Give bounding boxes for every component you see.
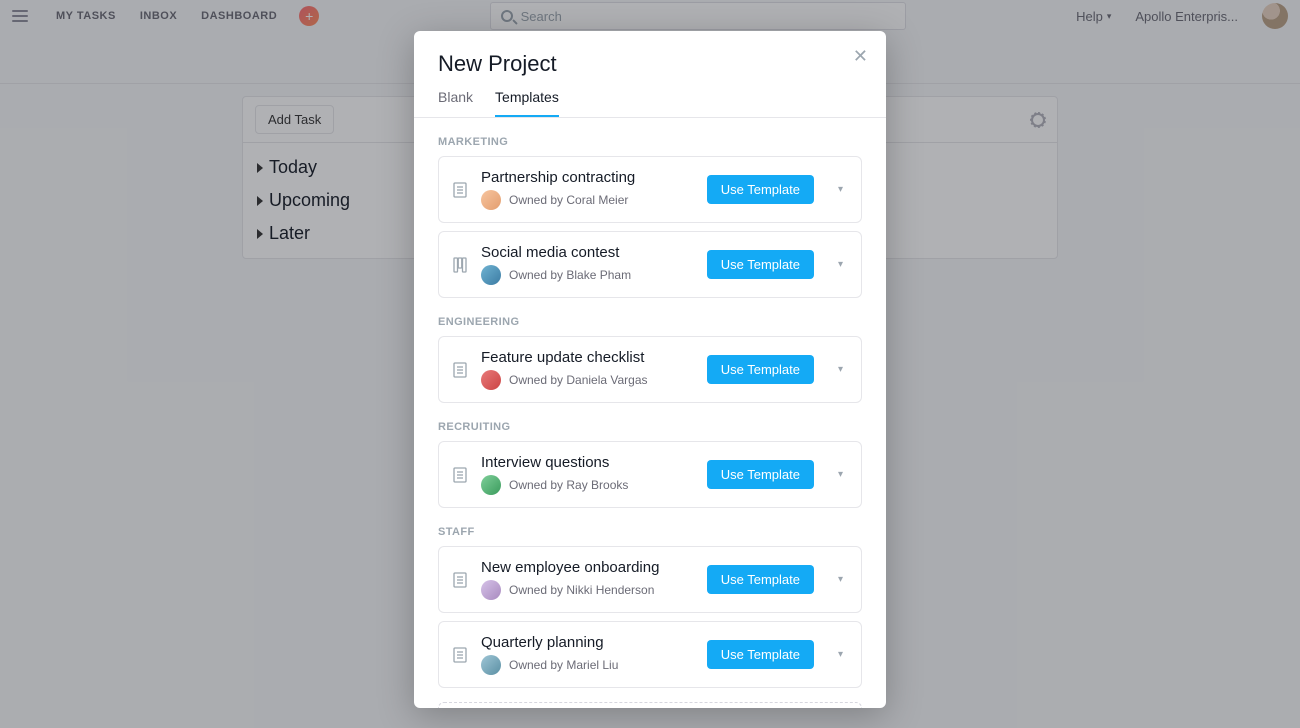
list-icon (453, 572, 467, 588)
chevron-down-icon[interactable]: ▾ (834, 362, 847, 377)
use-template-button[interactable]: Use Template (707, 460, 814, 489)
use-template-button[interactable]: Use Template (707, 250, 814, 279)
list-icon (453, 647, 467, 663)
template-owner: Owned by Mariel Liu (509, 658, 618, 672)
list-icon (453, 182, 467, 198)
modal-title: New Project (438, 51, 862, 77)
template-title: Partnership contracting (481, 169, 693, 186)
template-owner: Owned by Blake Pham (509, 268, 631, 282)
owner-avatar (481, 190, 501, 210)
template-info-box: iSave your own project templates for you… (438, 702, 862, 708)
list-icon (453, 362, 467, 378)
use-template-button[interactable]: Use Template (707, 640, 814, 669)
template-group-label: RECRUITING (438, 421, 862, 433)
template-title: Social media contest (481, 244, 693, 261)
chevron-down-icon[interactable]: ▾ (834, 647, 847, 662)
template-card: Partnership contracting Owned by Coral Me… (438, 156, 862, 223)
template-card: Quarterly planning Owned by Mariel Liu Use… (438, 621, 862, 688)
chevron-down-icon[interactable]: ▾ (834, 257, 847, 272)
template-group-label: STAFF (438, 526, 862, 538)
owner-avatar (481, 655, 501, 675)
chevron-down-icon[interactable]: ▾ (834, 182, 847, 197)
chevron-down-icon[interactable]: ▾ (834, 467, 847, 482)
new-project-modal: ✕ New Project Blank Templates MARKETING P… (414, 31, 886, 708)
owner-avatar (481, 475, 501, 495)
owner-avatar (481, 580, 501, 600)
template-title: Quarterly planning (481, 634, 693, 651)
template-title: New employee onboarding (481, 559, 693, 576)
template-owner: Owned by Daniela Vargas (509, 373, 648, 387)
use-template-button[interactable]: Use Template (707, 175, 814, 204)
owner-avatar (481, 370, 501, 390)
template-owner: Owned by Nikki Henderson (509, 583, 654, 597)
template-group-label: MARKETING (438, 136, 862, 148)
board-icon (453, 257, 467, 273)
template-card: Interview questions Owned by Ray Brooks Us… (438, 441, 862, 508)
use-template-button[interactable]: Use Template (707, 355, 814, 384)
template-card: Feature update checklist Owned by Daniela… (438, 336, 862, 403)
chevron-down-icon[interactable]: ▾ (834, 572, 847, 587)
template-card: Social media contest Owned by Blake Pham U… (438, 231, 862, 298)
template-group-label: ENGINEERING (438, 316, 862, 328)
tab-templates[interactable]: Templates (495, 89, 559, 117)
close-icon[interactable]: ✕ (853, 47, 868, 65)
use-template-button[interactable]: Use Template (707, 565, 814, 594)
template-owner: Owned by Coral Meier (509, 193, 628, 207)
list-icon (453, 467, 467, 483)
template-title: Interview questions (481, 454, 693, 471)
owner-avatar (481, 265, 501, 285)
template-title: Feature update checklist (481, 349, 693, 366)
modal-tabs: Blank Templates (414, 89, 886, 118)
tab-blank[interactable]: Blank (438, 89, 473, 117)
template-card: New employee onboarding Owned by Nikki He… (438, 546, 862, 613)
template-owner: Owned by Ray Brooks (509, 478, 628, 492)
